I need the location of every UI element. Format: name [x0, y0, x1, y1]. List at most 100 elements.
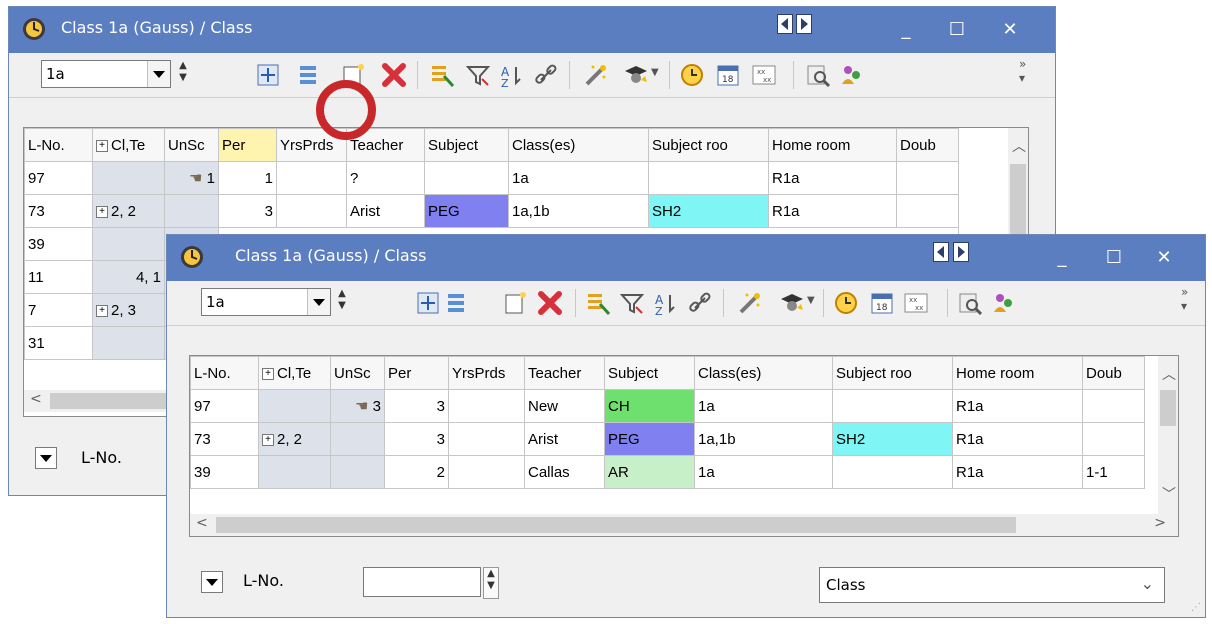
cell-lno[interactable]: 39	[24, 227, 93, 261]
combo-dropdown-button[interactable]	[307, 289, 330, 315]
back-titlebar[interactable]: Class 1a (Gauss) / Class _ ☐ ✕	[9, 7, 1055, 53]
teacher-dropdown-arrow[interactable]: ▼	[807, 295, 815, 306]
table-row[interactable]: 39 2 Callas AR 1a R1a 1-1	[190, 455, 1145, 489]
cell-unsc[interactable]: ☚ 1	[164, 161, 219, 195]
expand-icon[interactable]: +	[96, 205, 108, 218]
col-header-per[interactable]: Per	[218, 128, 277, 162]
cell-yrsprds[interactable]	[448, 422, 525, 456]
col-header-subject-room[interactable]: Subject roo	[648, 128, 769, 162]
calendar-icon[interactable]: 18	[869, 290, 895, 316]
delete-icon[interactable]	[381, 62, 407, 88]
cell-lno[interactable]: 11	[24, 260, 93, 294]
new-lesson-icon[interactable]	[503, 290, 529, 316]
expand-grid-icon[interactable]	[415, 290, 441, 316]
resize-grip-icon[interactable]: ⋰	[1191, 602, 1201, 613]
col-header-classes[interactable]: Class(es)	[694, 356, 833, 390]
cell-unsc[interactable]	[330, 422, 385, 456]
col-header-home-room[interactable]: Home room	[952, 356, 1083, 390]
cell-doub[interactable]	[896, 161, 959, 195]
cell-clte[interactable]	[258, 455, 331, 489]
users-icon[interactable]	[991, 290, 1017, 316]
cell-teacher[interactable]: Callas	[524, 455, 605, 489]
col-header-clte[interactable]: + Cl,Te	[258, 356, 331, 390]
filter-list-icon[interactable]	[429, 62, 455, 88]
users-icon[interactable]	[839, 62, 865, 88]
col-header-lno[interactable]: L-No.	[24, 128, 93, 162]
cell-doub[interactable]: 1-1	[1082, 455, 1145, 489]
col-header-clte[interactable]: + Cl,Te	[92, 128, 165, 162]
cell-clte[interactable]: +2, 2	[92, 194, 165, 228]
scroll-down-icon[interactable]: ﹀	[1162, 484, 1176, 504]
filter-list-icon[interactable]	[585, 290, 611, 316]
cell-clte[interactable]: +2, 3	[92, 293, 165, 327]
cell-subject-room[interactable]	[832, 455, 953, 489]
maximize-button[interactable]: ☐	[942, 17, 972, 43]
cell-classes[interactable]: 1a	[508, 161, 649, 195]
cell-clte[interactable]	[92, 326, 165, 360]
cell-subject[interactable]: PEG	[424, 194, 509, 228]
sort-icon[interactable]: AZ	[499, 62, 525, 88]
link-icon[interactable]	[533, 62, 559, 88]
cell-per[interactable]: 3	[384, 422, 449, 456]
view-select[interactable]: Class ⌄	[819, 567, 1165, 603]
cell-yrsprds[interactable]	[448, 389, 525, 423]
cell-lno[interactable]: 7	[24, 293, 93, 327]
cell-unsc[interactable]: ☚ 3	[330, 389, 385, 423]
cell-clte[interactable]: 4, 1	[92, 260, 165, 294]
col-header-doub[interactable]: Doub	[1082, 356, 1145, 390]
close-button[interactable]: ✕	[1149, 245, 1179, 271]
cell-teacher[interactable]: New	[524, 389, 605, 423]
cell-classes[interactable]: 1a,1b	[694, 422, 833, 456]
cell-teacher[interactable]: Arist	[524, 422, 605, 456]
cell-subject[interactable]: PEG	[604, 422, 695, 456]
grid-xx-icon[interactable]: xxxx	[751, 62, 777, 88]
table-row[interactable]: 73 +2, 2 3 Arist PEG 1a,1b SH2 R1a	[24, 194, 959, 228]
expand-icon[interactable]: +	[262, 367, 274, 380]
col-header-subject[interactable]: Subject	[424, 128, 509, 162]
maximize-button[interactable]: ☐	[1099, 245, 1129, 271]
cell-lno[interactable]: 31	[24, 326, 93, 360]
nav-left-button[interactable]	[777, 14, 793, 34]
cell-subject[interactable]: CH	[604, 389, 695, 423]
cell-home-room[interactable]: R1a	[768, 161, 897, 195]
cell-unsc[interactable]	[164, 194, 219, 228]
front-titlebar[interactable]: Class 1a (Gauss) / Class _ ☐ ✕	[167, 235, 1205, 281]
class-combo[interactable]: 1a	[201, 288, 331, 316]
class-combo[interactable]: 1a	[41, 60, 171, 88]
filter-icon[interactable]	[619, 290, 645, 316]
scroll-thumb[interactable]	[216, 517, 1016, 533]
cell-home-room[interactable]: R1a	[952, 389, 1083, 423]
cell-per[interactable]: 2	[384, 455, 449, 489]
scroll-up-icon[interactable]: ︿	[1162, 364, 1176, 384]
front-horizontal-scrollbar[interactable]: < >	[190, 514, 1178, 536]
toolbar-overflow-icon[interactable]: » ▾	[1019, 57, 1026, 85]
cell-lno[interactable]: 73	[24, 194, 93, 228]
cell-clte[interactable]	[92, 161, 165, 195]
col-header-unsc[interactable]: UnSc	[330, 356, 385, 390]
scroll-up-icon[interactable]: ︿	[1012, 136, 1026, 156]
cell-home-room[interactable]: R1a	[952, 422, 1083, 456]
table-row[interactable]: 97 ☚ 1 1 ? 1a R1a	[24, 161, 959, 195]
table-row[interactable]: 97 ☚ 3 3 New CH 1a R1a	[190, 389, 1145, 423]
cell-doub[interactable]	[1082, 389, 1145, 423]
cell-clte[interactable]	[92, 227, 165, 261]
col-header-subject-room[interactable]: Subject roo	[832, 356, 953, 390]
timer-icon[interactable]	[833, 290, 859, 316]
timer-icon[interactable]	[679, 62, 705, 88]
magic-wand-icon[interactable]	[737, 290, 763, 316]
toolbar-overflow-icon[interactable]: » ▾	[1181, 285, 1188, 313]
back-filter-dropdown[interactable]	[35, 447, 57, 469]
col-header-subject[interactable]: Subject	[604, 356, 695, 390]
cell-subject-room[interactable]: SH2	[832, 422, 953, 456]
cell-subject-room[interactable]: SH2	[648, 194, 769, 228]
close-button[interactable]: ✕	[995, 17, 1025, 43]
cell-lno[interactable]: 39	[190, 455, 259, 489]
nav-right-button[interactable]	[953, 242, 969, 262]
grid-xx-icon[interactable]: xxxx	[903, 290, 929, 316]
cell-subject-room[interactable]	[832, 389, 953, 423]
zoom-icon[interactable]	[805, 62, 831, 88]
link-icon[interactable]	[687, 290, 713, 316]
cell-home-room[interactable]: R1a	[768, 194, 897, 228]
cell-unsc[interactable]	[330, 455, 385, 489]
nav-right-button[interactable]	[796, 14, 812, 34]
